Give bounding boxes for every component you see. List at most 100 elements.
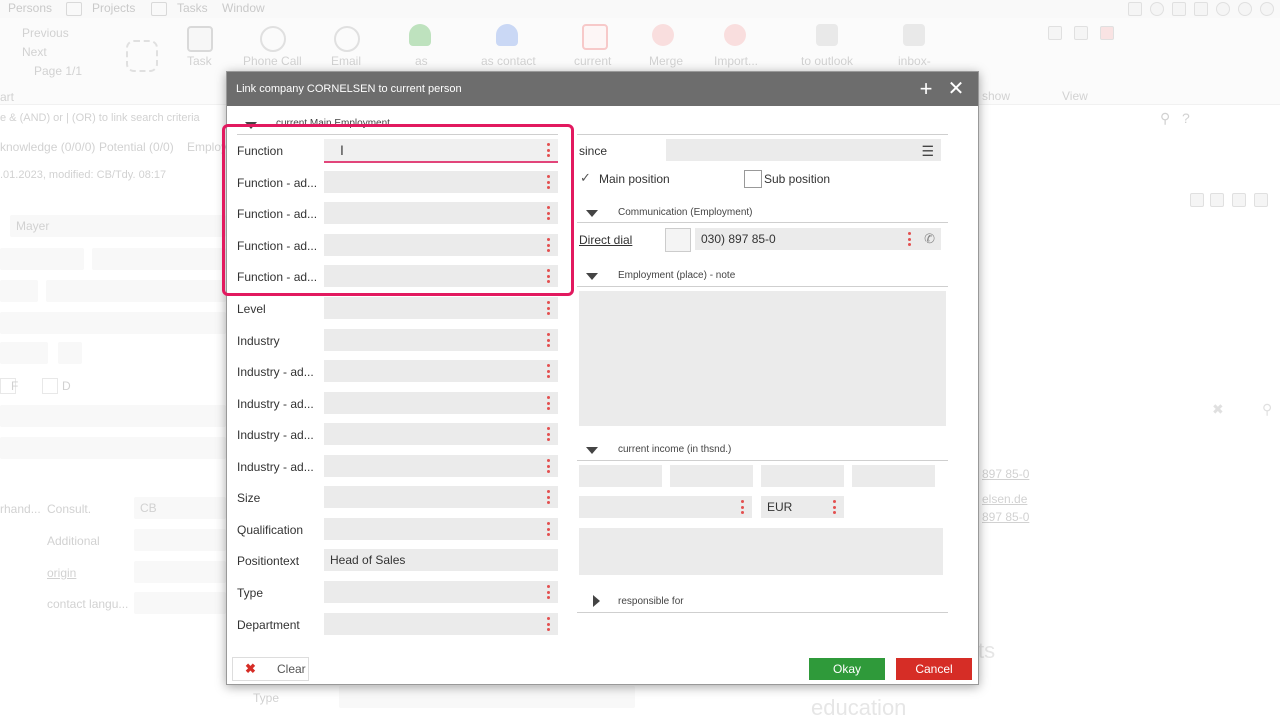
employment-note-textarea[interactable] (579, 291, 946, 426)
income-field-3[interactable] (761, 465, 844, 487)
menu-tasks[interactable]: Tasks (177, 1, 208, 15)
function-add-field-4[interactable] (324, 265, 558, 287)
size-field[interactable] (324, 486, 558, 508)
person-green-icon[interactable] (409, 24, 431, 46)
industry-add-1-menu-icon[interactable] (547, 364, 550, 378)
since-field[interactable]: ☰ (666, 139, 941, 161)
industry-menu-icon[interactable] (547, 333, 550, 347)
industry-add-field-2[interactable] (324, 392, 558, 414)
function-menu-icon[interactable] (547, 143, 550, 157)
function-field[interactable]: I (324, 139, 558, 163)
direct-dial-menu-icon[interactable] (908, 232, 911, 246)
menu-lines-icon[interactable]: ☰ (921, 143, 934, 160)
power-icon[interactable] (1260, 2, 1274, 16)
merge-button[interactable]: Merge (649, 54, 683, 68)
email-button[interactable]: Email (331, 54, 361, 68)
industry-add-field-3[interactable] (324, 423, 558, 445)
as-button[interactable]: as (415, 54, 428, 68)
previous-button[interactable]: Previous (22, 26, 69, 40)
page-selector[interactable]: Page 1/1 (34, 64, 82, 78)
income-field-2[interactable] (670, 465, 753, 487)
menu-window[interactable]: Window (222, 1, 265, 15)
next-button[interactable]: Next (22, 45, 47, 59)
level-field[interactable] (324, 297, 558, 319)
function-add-field-1[interactable] (324, 171, 558, 193)
type-field[interactable] (324, 581, 558, 603)
image-icon[interactable] (1194, 2, 1208, 16)
currency-field[interactable]: EUR (761, 496, 844, 518)
bg-field-6[interactable] (0, 342, 48, 364)
function-add-2-menu-icon[interactable] (547, 206, 550, 220)
bg-field-2[interactable] (92, 248, 226, 270)
merge-icon[interactable] (652, 24, 674, 46)
print-icon[interactable] (1254, 193, 1268, 207)
phone-call-button[interactable]: Phone Call (243, 54, 302, 68)
close-icon[interactable]: ✕ (945, 78, 967, 100)
help-icon[interactable] (1216, 2, 1230, 16)
function-add-4-menu-icon[interactable] (547, 269, 550, 283)
sub-position-checkbox[interactable] (744, 170, 762, 188)
currency-menu-icon[interactable] (833, 500, 836, 514)
income-amount-field[interactable] (579, 496, 752, 518)
collapse-income-icon[interactable] (586, 447, 598, 454)
type-menu-icon[interactable] (547, 585, 550, 599)
direct-dial-link[interactable]: Direct dial (579, 233, 632, 247)
building-icon[interactable] (582, 24, 608, 50)
compass-icon[interactable] (1150, 2, 1164, 16)
collapse-note-icon[interactable] (586, 273, 598, 280)
bg-field-4[interactable] (46, 280, 226, 302)
consult-field[interactable]: CB (134, 497, 226, 519)
name-field[interactable]: Mayer (10, 215, 226, 237)
task-button[interactable]: Task (187, 54, 212, 68)
origin-link[interactable]: origin (47, 566, 76, 580)
phone-device-icon[interactable] (665, 228, 691, 252)
bg-field-1[interactable] (0, 248, 84, 270)
as-contact-button[interactable]: as contact (481, 54, 536, 68)
expand-responsible-icon[interactable] (593, 595, 600, 607)
clear-button[interactable]: ✖ Clear (232, 657, 309, 681)
qualification-menu-icon[interactable] (547, 522, 550, 536)
origin-field[interactable] (134, 561, 226, 583)
paperclip-icon[interactable]: ⚲ (1262, 401, 1272, 418)
chart-icon[interactable] (1172, 2, 1186, 16)
import-icon[interactable] (724, 24, 746, 46)
chat-icon[interactable] (1128, 2, 1142, 16)
bg-field-7[interactable] (58, 342, 82, 364)
industry-field[interactable] (324, 329, 558, 351)
income-note-textarea[interactable] (579, 528, 943, 575)
email-link[interactable]: elsen.de (982, 492, 1027, 506)
department-menu-icon[interactable] (547, 617, 550, 631)
person-blue-icon[interactable] (496, 24, 518, 46)
function-add-field-3[interactable] (324, 234, 558, 256)
close-x-icon[interactable]: ✖ (1212, 401, 1224, 418)
industry-add-3-menu-icon[interactable] (547, 427, 550, 441)
income-field-4[interactable] (852, 465, 935, 487)
department-field[interactable] (324, 613, 558, 635)
question-icon[interactable]: ? (1182, 110, 1190, 126)
tab-employment[interactable]: Employ (187, 140, 227, 154)
menu-projects[interactable]: Projects (92, 1, 135, 15)
word-icon[interactable] (1210, 193, 1224, 207)
main-position-checkbox[interactable]: ✓ (580, 170, 591, 186)
attach-icon[interactable] (126, 40, 158, 72)
task-icon[interactable] (187, 26, 213, 52)
refresh-icon[interactable] (1238, 2, 1252, 16)
income-field-1[interactable] (579, 465, 662, 487)
outlook-icon[interactable] (816, 24, 838, 46)
tab-knowledge[interactable]: knowledge (0/0/0) (0, 140, 95, 154)
people-icon[interactable] (1100, 26, 1114, 40)
current-button[interactable]: current (574, 54, 611, 68)
collapse-comm-icon[interactable] (586, 210, 598, 217)
preview-icon[interactable] (1074, 26, 1088, 40)
email-icon[interactable] (334, 26, 360, 52)
to-outlook-button[interactable]: to outlook (801, 54, 853, 68)
positiontext-field[interactable]: Head of Sales (324, 549, 558, 571)
cancel-button[interactable]: Cancel (896, 658, 972, 680)
bg-field-8[interactable] (0, 405, 226, 427)
contact-language-field[interactable] (134, 592, 226, 614)
menu-persons[interactable]: Persons (8, 1, 52, 15)
grid-icon[interactable] (1048, 26, 1062, 40)
income-amount-menu-icon[interactable] (741, 500, 744, 514)
phone-icon[interactable] (260, 26, 286, 52)
collapse-main-icon[interactable] (245, 122, 257, 129)
